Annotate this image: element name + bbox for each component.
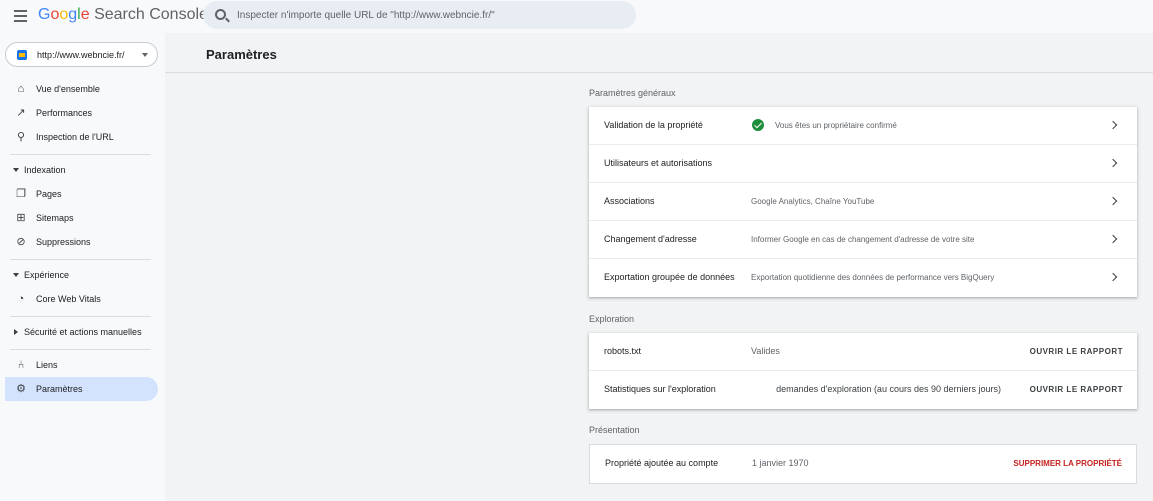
sidebar-item-removals[interactable]: ⊘ Suppressions <box>5 230 158 254</box>
sidebar-item-sitemaps[interactable]: ⊞ Sitemaps <box>5 206 158 230</box>
sidebar-item-overview[interactable]: ⌂ Vue d'ensemble <box>5 77 158 101</box>
pages-icon: ❐ <box>16 188 26 200</box>
divider <box>165 72 1153 73</box>
caret-down-icon <box>13 273 19 277</box>
gear-icon: ⚙ <box>16 383 26 395</box>
chevron-right-icon <box>1108 234 1118 244</box>
main-content: Paramètres Paramètres généraux Validatio… <box>165 33 1153 501</box>
settings-row-robots: robots.txt Valides OUVRIR LE RAPPORT <box>589 333 1137 371</box>
sidebar-item-performance[interactable]: ↗ Performances <box>5 101 158 125</box>
presentation-card: Propriété ajoutée au compte 1 janvier 19… <box>589 444 1137 484</box>
group-label-presentation: Présentation <box>589 425 640 435</box>
group-label-general: Paramètres généraux <box>589 88 676 98</box>
settings-row-crawl-stats: Statistiques sur l'exploration demandes … <box>604 384 1123 394</box>
divider <box>10 316 151 317</box>
sidebar-item-pages[interactable]: ❐ Pages <box>5 182 158 206</box>
dropdown-caret-icon <box>142 53 148 57</box>
group-label-exploration: Exploration <box>589 314 635 324</box>
divider <box>10 259 151 260</box>
caret-down-icon <box>13 168 19 172</box>
top-bar: Google Search Console <box>0 0 1153 33</box>
sitemap-icon: ⊞ <box>16 212 26 224</box>
crawl-stats-value: demandes d'exploration (au cours des 90 … <box>776 384 1001 394</box>
property-label: http://www.webncie.fr/ <box>37 50 125 60</box>
app-logo[interactable]: Google Search Console <box>38 6 208 24</box>
exploration-card: robots.txt Valides OUVRIR LE RAPPORT Sta… <box>589 333 1137 409</box>
sidebar: http://www.webncie.fr/ ⌂ Vue d'ensemble … <box>0 33 165 501</box>
page-title: Paramètres <box>206 47 277 62</box>
search-icon <box>215 9 226 20</box>
home-icon: ⌂ <box>17 83 25 95</box>
settings-row-change-address[interactable]: Changement d'adresse Informer Google en … <box>589 221 1137 259</box>
divider <box>10 154 151 155</box>
caret-right-icon <box>14 329 18 335</box>
search-icon: ⚲ <box>16 131 26 143</box>
section-security[interactable]: Sécurité et actions manuelles <box>5 322 158 342</box>
url-inspection-search[interactable] <box>203 1 636 29</box>
section-indexation[interactable]: Indexation <box>5 160 158 180</box>
property-icon <box>17 50 27 60</box>
removals-icon: ⊘ <box>16 236 26 248</box>
open-report-button[interactable]: OUVRIR LE RAPPORT <box>1030 385 1123 394</box>
open-report-button[interactable]: OUVRIR LE RAPPORT <box>1030 347 1123 356</box>
settings-row-ownership[interactable]: Validation de la propriété Vous êtes un … <box>589 107 1137 145</box>
sidebar-item-settings[interactable]: ⚙ Paramètres <box>5 377 158 401</box>
sidebar-item-links[interactable]: ⑃ Liens <box>5 353 158 377</box>
divider <box>10 349 151 350</box>
links-icon: ⑃ <box>17 359 25 371</box>
settings-row-users[interactable]: Utilisateurs et autorisations <box>589 145 1137 183</box>
search-input[interactable] <box>237 6 627 24</box>
sidebar-item-url-inspection[interactable]: ⚲ Inspection de l'URL <box>5 125 158 149</box>
chevron-right-icon <box>1108 272 1118 282</box>
general-settings-card: Validation de la propriété Vous êtes un … <box>589 107 1137 297</box>
settings-row-associations[interactable]: Associations Google Analytics, Chaîne Yo… <box>589 183 1137 221</box>
trending-up-icon: ↗ <box>16 107 26 119</box>
menu-icon[interactable] <box>12 7 30 25</box>
chevron-right-icon <box>1108 120 1118 130</box>
section-experience[interactable]: Expérience <box>5 265 158 285</box>
settings-row-property-added: Propriété ajoutée au compte 1 janvier 19… <box>605 458 1122 468</box>
sidebar-item-core-web-vitals[interactable]: ◔ Core Web Vitals <box>5 287 158 311</box>
settings-row-bulk-export[interactable]: Exportation groupée de données Exportati… <box>589 259 1137 297</box>
property-selector[interactable]: http://www.webncie.fr/ <box>5 42 158 67</box>
chevron-right-icon <box>1108 158 1118 168</box>
chevron-right-icon <box>1108 196 1118 206</box>
delete-property-button[interactable]: SUPPRIMER LA PROPRIÉTÉ <box>1013 459 1122 468</box>
check-circle-icon <box>752 119 764 131</box>
gauge-icon: ◔ <box>17 293 25 305</box>
